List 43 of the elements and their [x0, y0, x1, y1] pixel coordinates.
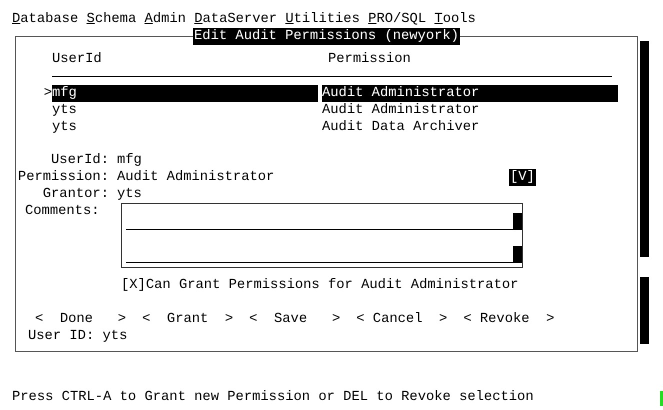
row-cursor: > — [44, 85, 52, 102]
menu-item[interactable]: Database — [12, 11, 78, 28]
field-value: yts — [117, 186, 143, 203]
checkbox[interactable]: [X] — [121, 277, 146, 294]
field-label: Grantor: — [42, 186, 109, 203]
table-row[interactable]: >mfg Audit Administrator — [16, 85, 637, 102]
dialog-title: Edit Audit Permissions (newyork) — [193, 28, 460, 45]
status-indicator-icon — [660, 391, 663, 406]
field-value: mfg — [117, 152, 143, 169]
table-cell-text: yts — [52, 102, 78, 119]
column-header: UserId — [52, 51, 103, 68]
scrollbar-icon — [640, 41, 649, 257]
action-button[interactable]: < Grant > — [142, 311, 234, 328]
menu-item[interactable]: DataServer — [194, 11, 278, 28]
dropdown-button[interactable]: [V] — [509, 169, 536, 186]
table-cell: Audit Administrator — [322, 85, 618, 102]
menu-item[interactable]: Tools — [434, 11, 476, 28]
field-label: Permission: — [16, 169, 109, 186]
text-cursor-icon — [513, 246, 522, 263]
text-cursor-icon — [513, 213, 522, 230]
table-row[interactable]: yts Audit Data Archiver — [16, 119, 637, 136]
menu-item[interactable]: Utilities — [285, 11, 360, 28]
menu-item[interactable]: PRO/SQL — [368, 11, 426, 28]
action-button[interactable]: < Cancel > — [356, 311, 448, 328]
action-button[interactable]: < Save > — [249, 311, 340, 328]
menu-item[interactable]: Admin — [144, 11, 186, 28]
action-button[interactable]: < Done > — [35, 311, 126, 328]
comments-field[interactable] — [121, 203, 523, 268]
table-cell-text: yts — [52, 119, 78, 136]
column-header: Permission — [328, 51, 411, 68]
menu-item[interactable]: Schema — [86, 11, 136, 28]
table-row[interactable]: yts Audit Administrator — [16, 102, 637, 119]
status-message: Press CTRL-A to Grant new Permission or DEL to Revoke selection — [12, 389, 534, 406]
field-value: Audit Administrator — [117, 169, 276, 186]
table-cell-text: Audit Data Archiver — [322, 119, 480, 136]
field-label: Comments: — [25, 203, 101, 220]
table-cell: mfg — [52, 85, 318, 102]
action-button[interactable]: < Revoke > — [463, 311, 554, 328]
table-cell-text: Audit Administrator — [322, 102, 480, 119]
checkbox-label: Can Grant Permissions for Audit Administrator — [146, 277, 518, 294]
scrollbar-icon — [640, 277, 649, 344]
field-label: UserId: — [50, 152, 109, 169]
footer-text: User ID: yts — [28, 329, 128, 344]
